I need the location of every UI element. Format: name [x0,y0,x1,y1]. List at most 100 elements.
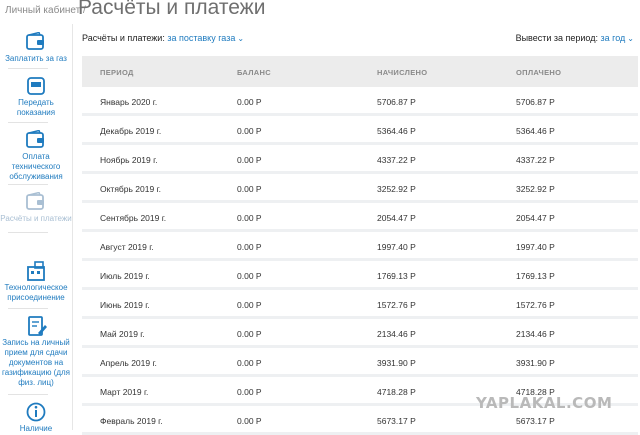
meter-icon [27,77,45,95]
sidebar-item-availability[interactable]: Наличие [0,402,72,434]
cell-period: Апрель 2019 г. [100,358,157,368]
top-bar: Личный кабинет / Расчёты и платежи [0,0,640,24]
breadcrumb[interactable]: Личный кабинет / [5,5,86,16]
sidebar-divider [8,232,48,233]
cell-period: Июль 2019 г. [100,271,150,281]
cell-paid: 3931.90 Р [516,358,555,368]
cell-charged: 5706.87 Р [377,97,416,107]
sidebar-divider [8,68,48,69]
cell-paid: 5706.87 Р [516,97,555,107]
sidebar-divider [8,122,48,123]
service-filter-value[interactable]: за поставку газа [167,33,235,43]
sidebar-item-submit-readings[interactable]: Передать показания [0,76,72,118]
sidebar-item-label: Расчёты и платежи [0,214,72,223]
period-filter: Вывести за период: за год ⌄ [516,33,634,43]
sidebar-item-appointment[interactable]: Запись на личный прием для сдачи докумен… [0,316,72,388]
sidebar-item-tech-connection[interactable]: Технологическое присоединение [0,261,72,303]
cell-balance: 0.00 Р [237,329,262,339]
cell-balance: 0.00 Р [237,97,262,107]
wallet-icon [26,192,44,210]
cell-paid: 4337.22 Р [516,155,555,165]
cell-balance: 0.00 Р [237,242,262,252]
cell-charged: 3931.90 Р [377,358,416,368]
sidebar-divider [8,308,48,309]
sidebar-item-label: Наличие [19,424,53,433]
cell-paid: 2054.47 Р [516,213,555,223]
cell-paid: 1572.76 Р [516,300,555,310]
cell-period: Март 2019 г. [100,387,149,397]
table-body: Январь 2020 г. 0.00 Р 5706.87 Р 5706.87 Р Де… [82,87,638,435]
cell-paid: 5673.17 Р [516,416,555,426]
sidebar-divider [8,184,48,185]
table-row: Декабрь 2019 г. 0.00 Р 5364.46 Р 5364.46 Р [82,116,638,145]
period-filter-value[interactable]: за год [601,33,626,43]
cell-period: Ноябрь 2019 г. [100,155,158,165]
cell-period: Август 2019 г. [100,242,154,252]
watermark: YAPLAKAL.COM [476,394,613,412]
table-row: Май 2019 г. 0.00 Р 2134.46 Р 2134.46 Р [82,319,638,348]
table-row: Апрель 2019 г. 0.00 Р 3931.90 Р 3931.90 Р [82,348,638,377]
cell-period: Октябрь 2019 г. [100,184,162,194]
table-row: Январь 2020 г. 0.00 Р 5706.87 Р 5706.87 Р [82,87,638,116]
cell-charged: 2134.46 Р [377,329,416,339]
info-icon [26,402,46,422]
table-header: ПЕРИОД БАЛАНС НАЧИСЛЕНО ОПЛАЧЕНО [82,56,638,87]
chevron-down-icon[interactable]: ⌄ [237,34,244,43]
cell-charged: 1572.76 Р [377,300,416,310]
table-row: Сентябрь 2019 г. 0.00 Р 2054.47 Р 2054.47 Р [82,203,638,232]
cell-balance: 0.00 Р [237,271,262,281]
cell-period: Июнь 2019 г. [100,300,150,310]
cell-charged: 2054.47 Р [377,213,416,223]
sidebar-item-label: Запись на личный прием для сдачи докумен… [1,338,71,387]
cell-paid: 3252.92 Р [516,184,555,194]
column-header-charged: НАЧИСЛЕНО [377,68,428,77]
document-edit-icon [28,316,47,336]
service-filter-label: Расчёты и платежи: [82,33,165,43]
sidebar-item-pay-gas[interactable]: Заплатить за газ [0,32,72,64]
main-content: Расчёты и платежи: за поставку газа ⌄ Выв… [80,24,640,435]
cell-balance: 0.00 Р [237,358,262,368]
sidebar-divider [8,394,48,395]
column-header-period: ПЕРИОД [100,68,134,77]
service-filter: Расчёты и платежи: за поставку газа ⌄ [82,33,244,43]
period-filter-label: Вывести за период: [515,33,598,43]
sidebar: Заплатить за газ Передать показания Опла… [0,24,73,433]
sidebar-item-label: Передать показания [16,98,56,117]
payments-table: ПЕРИОД БАЛАНС НАЧИСЛЕНО ОПЛАЧЕНО Январь … [82,56,638,435]
cell-balance: 0.00 Р [237,126,262,136]
table-row: Октябрь 2019 г. 0.00 Р 3252.92 Р 3252.92 Р [82,174,638,203]
cell-period: Февраль 2019 г. [100,416,163,426]
cell-charged: 4337.22 Р [377,155,416,165]
table-row: Ноябрь 2019 г. 0.00 Р 4337.22 Р 4337.22 Р [82,145,638,174]
cell-paid: 2134.46 Р [516,329,555,339]
table-row: Июнь 2019 г. 0.00 Р 1572.76 Р 1572.76 Р [82,290,638,319]
cell-period: Декабрь 2019 г. [100,126,162,136]
sidebar-item-maintenance-payment[interactable]: Оплата технического обслуживания [0,130,72,182]
page-title: Расчёты и платежи [78,0,266,19]
cell-charged: 5364.46 Р [377,126,416,136]
cell-charged: 1769.13 Р [377,271,416,281]
cell-balance: 0.00 Р [237,155,262,165]
wallet-icon [26,32,44,50]
cell-balance: 0.00 Р [237,387,262,397]
cell-charged: 4718.28 Р [377,387,416,397]
chevron-down-icon[interactable]: ⌄ [627,34,634,43]
service-filter-dropdown[interactable]: за поставку газа ⌄ [167,33,244,43]
table-row: Август 2019 г. 0.00 Р 1997.40 Р 1997.40 Р [82,232,638,261]
cell-balance: 0.00 Р [237,213,262,223]
cell-period: Май 2019 г. [100,329,145,339]
sidebar-item-label: Заплатить за газ [5,54,67,63]
cell-charged: 3252.92 Р [377,184,416,194]
sidebar-item-payments[interactable]: Расчёты и платежи [0,192,72,224]
table-row: Июль 2019 г. 0.00 Р 1769.13 Р 1769.13 Р [82,261,638,290]
cell-paid: 1997.40 Р [516,242,555,252]
wallet-icon [26,130,44,148]
cell-period: Январь 2020 г. [100,97,158,107]
cell-paid: 1769.13 Р [516,271,555,281]
sidebar-item-label: Оплата технического обслуживания [9,152,63,181]
cell-paid: 5364.46 Р [516,126,555,136]
cell-balance: 0.00 Р [237,300,262,310]
column-header-paid: ОПЛАЧЕНО [516,68,562,77]
period-filter-dropdown[interactable]: за год ⌄ [601,33,634,43]
column-header-balance: БАЛАНС [237,68,271,77]
